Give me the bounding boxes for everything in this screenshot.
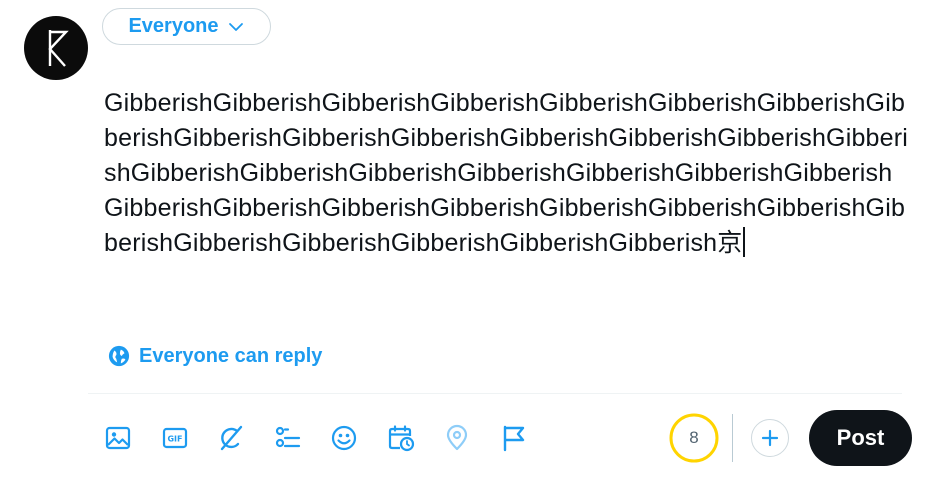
globe-icon <box>108 345 130 367</box>
audience-selector-button[interactable]: Everyone <box>102 8 271 45</box>
reply-setting-button[interactable]: Everyone can reply <box>108 342 322 370</box>
flag-button[interactable] <box>500 424 528 452</box>
add-another-post-button[interactable] <box>751 419 789 457</box>
schedule-icon <box>388 425 414 452</box>
schedule-post-button[interactable] <box>387 424 415 452</box>
image-icon <box>105 426 131 450</box>
add-gif-button[interactable]: GIF <box>161 424 189 452</box>
character-counter: 8 <box>689 428 699 447</box>
add-emoji-button[interactable] <box>330 424 358 452</box>
avatar[interactable] <box>24 16 88 80</box>
location-icon <box>446 424 468 451</box>
post-text: GibberishGibberishGibberishGibberishGibb… <box>104 89 909 257</box>
svg-text:GIF: GIF <box>167 435 182 444</box>
plus-icon <box>761 429 779 447</box>
add-media-button[interactable] <box>104 424 132 452</box>
audience-label: Everyone <box>128 15 219 37</box>
emoji-icon <box>331 425 357 451</box>
add-poll-button[interactable] <box>274 424 302 452</box>
reply-setting-label: Everyone can reply <box>139 344 323 367</box>
toolbar-separator <box>732 414 733 462</box>
poll-icon <box>275 426 300 448</box>
tag-location-button[interactable] <box>443 424 471 452</box>
post-button[interactable]: Post <box>809 410 912 466</box>
post-text-input[interactable]: GibberishGibberishGibberishGibberishGibb… <box>104 86 910 261</box>
gif-icon: GIF <box>162 427 187 449</box>
chevron-down-icon <box>228 22 243 31</box>
grok-button[interactable] <box>217 424 245 452</box>
logo-icon <box>48 30 69 67</box>
compose-toolbar: GIF <box>104 421 556 455</box>
divider <box>88 393 902 394</box>
grok-icon <box>220 425 243 451</box>
text-caret <box>743 227 745 257</box>
flag-icon <box>503 425 524 452</box>
